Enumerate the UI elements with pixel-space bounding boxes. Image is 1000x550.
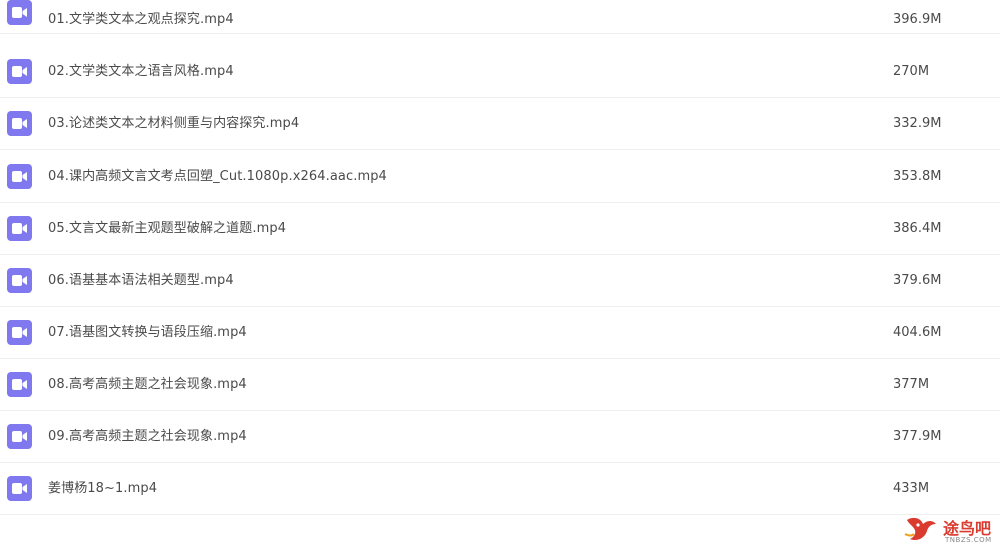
file-size: 377M	[893, 377, 930, 392]
file-name: 01.文学类文本之观点探究.mp4	[48, 12, 234, 27]
file-name: 09.高考高频主题之社会现象.mp4	[48, 429, 247, 444]
video-file-icon	[7, 268, 32, 293]
file-size: 377.9M	[893, 429, 942, 444]
file-row[interactable]: 08.高考高频主题之社会现象.mp4 377M	[0, 359, 1000, 411]
file-name: 04.课内高频文言文考点回塑_Cut.1080p.x264.aac.mp4	[48, 169, 387, 184]
file-row[interactable]: 姜博杨18~1.mp4 433M	[0, 463, 1000, 515]
file-name: 05.文言文最新主观题型破解之道题.mp4	[48, 221, 287, 236]
file-row[interactable]: 06.语基基本语法相关题型.mp4 379.6M	[0, 255, 1000, 307]
file-name: 02.文学类文本之语言风格.mp4	[48, 64, 234, 79]
file-row[interactable]: 03.论述类文本之材料侧重与内容探究.mp4 332.9M	[0, 98, 1000, 150]
file-name: 03.论述类文本之材料侧重与内容探究.mp4	[48, 116, 300, 131]
file-size: 353.8M	[893, 169, 942, 184]
video-file-icon	[7, 216, 32, 241]
file-size: 386.4M	[893, 221, 942, 236]
file-size: 396.9M	[893, 12, 942, 27]
watermark-logo: 途鸟吧 TNBZS.COM	[903, 510, 998, 548]
file-row[interactable]: 05.文言文最新主观题型破解之道题.mp4 386.4M	[0, 203, 1000, 255]
file-name: 08.高考高频主题之社会现象.mp4	[48, 377, 247, 392]
watermark-subtext: TNBZS.COM	[945, 536, 992, 544]
file-size: 270M	[893, 64, 930, 79]
file-row[interactable]: 09.高考高频主题之社会现象.mp4 377.9M	[0, 411, 1000, 463]
video-file-icon	[7, 59, 32, 84]
bird-logo-icon	[904, 517, 936, 541]
file-size: 332.9M	[893, 116, 942, 131]
file-size: 404.6M	[893, 325, 942, 340]
video-file-icon	[7, 164, 32, 189]
file-row[interactable]: 02.文学类文本之语言风格.mp4 270M	[0, 46, 1000, 98]
video-file-icon	[7, 372, 32, 397]
file-size: 433M	[893, 481, 930, 496]
video-file-icon	[7, 476, 32, 501]
video-file-icon	[7, 424, 32, 449]
file-name: 07.语基图文转换与语段压缩.mp4	[48, 325, 247, 340]
file-size: 379.6M	[893, 273, 942, 288]
file-list: 01.文学类文本之观点探究.mp4 396.9M 02.文学类文本之语言风格.m…	[0, 0, 1000, 550]
video-file-icon	[7, 320, 32, 345]
file-row[interactable]: 01.文学类文本之观点探究.mp4 396.9M	[0, 0, 1000, 34]
file-row[interactable]: 04.课内高频文言文考点回塑_Cut.1080p.x264.aac.mp4 35…	[0, 151, 1000, 203]
file-name: 姜博杨18~1.mp4	[48, 481, 158, 496]
video-file-icon	[7, 111, 32, 136]
file-name: 06.语基基本语法相关题型.mp4	[48, 273, 234, 288]
video-file-icon	[7, 0, 32, 25]
file-row[interactable]: 07.语基图文转换与语段压缩.mp4 404.6M	[0, 307, 1000, 359]
